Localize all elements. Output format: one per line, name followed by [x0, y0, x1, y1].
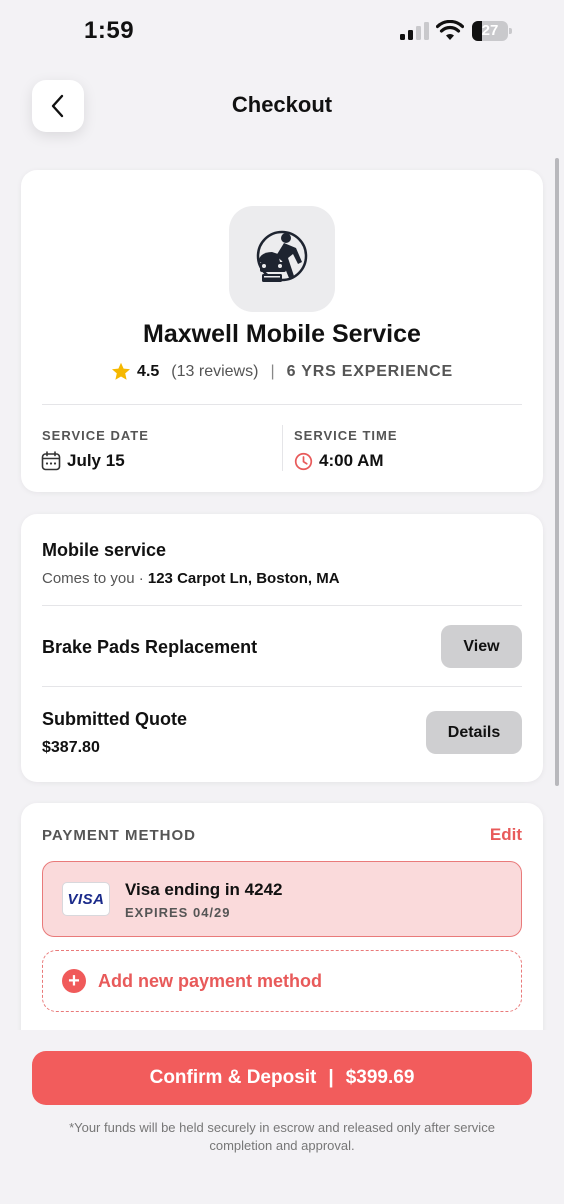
add-payment-method-button[interactable]: + Add new payment method — [42, 950, 522, 1012]
service-date-label: SERVICE DATE — [42, 428, 149, 443]
confirm-amount: $399.69 — [345, 1067, 415, 1088]
battery-level: 27 — [481, 22, 499, 39]
confirm-label: Confirm & Deposit — [149, 1067, 317, 1088]
details-button[interactable]: Details — [426, 711, 522, 754]
selected-payment-card[interactable]: VISA Visa ending in 4242 EXPIRES 04/29 — [42, 861, 522, 937]
scrollbar[interactable] — [555, 158, 559, 786]
divider — [42, 605, 522, 606]
service-location: Comes to you · 123 Carpot Ln, Boston, MA — [42, 570, 340, 587]
divider — [42, 686, 522, 687]
star-icon — [112, 362, 131, 380]
rating-value: 4.5 — [137, 362, 160, 380]
view-button[interactable]: View — [441, 625, 522, 668]
cellular-signal-icon — [400, 22, 429, 40]
status-time: 1:59 — [84, 17, 135, 44]
experience-label: 6 YRS EXPERIENCE — [286, 362, 453, 380]
calendar-icon — [41, 451, 61, 471]
rating-row: 4.5 (13 reviews) | 6 YRS EXPERIENCE — [21, 362, 543, 381]
escrow-disclaimer: *Your funds will be held securely in esc… — [69, 1120, 495, 1153]
clock-icon — [294, 452, 313, 470]
edit-payment-link[interactable]: Edit — [490, 825, 522, 845]
visa-logo-icon: VISA — [62, 882, 110, 916]
wifi-icon — [436, 20, 464, 40]
review-count[interactable]: (13 reviews) — [171, 363, 258, 381]
page-title: Checkout — [231, 92, 333, 117]
payment-method-label: PAYMENT METHOD — [42, 827, 197, 844]
service-type-title: Mobile service — [42, 540, 167, 560]
confirm-deposit-button[interactable]: Confirm & Deposit | $399.69 — [32, 1051, 532, 1105]
battery-icon: 27 — [472, 21, 512, 41]
plus-circle-icon: + — [62, 969, 86, 993]
status-bar: 1:59 27 — [0, 0, 564, 64]
service-time-label: SERVICE TIME — [294, 428, 398, 443]
business-name: Maxwell Mobile Service — [143, 320, 421, 348]
mechanic-logo-icon — [256, 230, 308, 282]
card-name: Visa ending in 4242 — [125, 880, 283, 899]
divider — [42, 404, 522, 405]
service-date-text: July 15 — [67, 451, 125, 470]
service-date-value: July 15 — [41, 451, 125, 471]
service-item-title: Brake Pads Replacement — [42, 637, 258, 657]
service-details-card: Mobile service Comes to you · 123 Carpot… — [21, 514, 543, 782]
quote-amount: $387.80 — [42, 739, 100, 756]
service-address: 123 Carpot Ln, Boston, MA — [147, 570, 340, 587]
service-location-prefix: Comes to you · — [42, 570, 148, 587]
business-logo — [229, 206, 335, 312]
quote-title: Submitted Quote — [42, 709, 187, 729]
bottom-action-bar: Confirm & Deposit | $399.69 *Your funds … — [0, 1030, 564, 1204]
service-time-value: 4:00 AM — [294, 451, 384, 471]
business-card: Maxwell Mobile Service 4.5 (13 reviews) … — [21, 170, 543, 492]
service-time-text: 4:00 AM — [319, 451, 384, 470]
add-payment-method-label: Add new payment method — [98, 970, 323, 991]
vertical-divider — [282, 425, 283, 471]
confirm-separator: | — [328, 1067, 334, 1088]
separator: | — [270, 362, 275, 380]
card-expiry: EXPIRES 04/29 — [125, 905, 231, 920]
